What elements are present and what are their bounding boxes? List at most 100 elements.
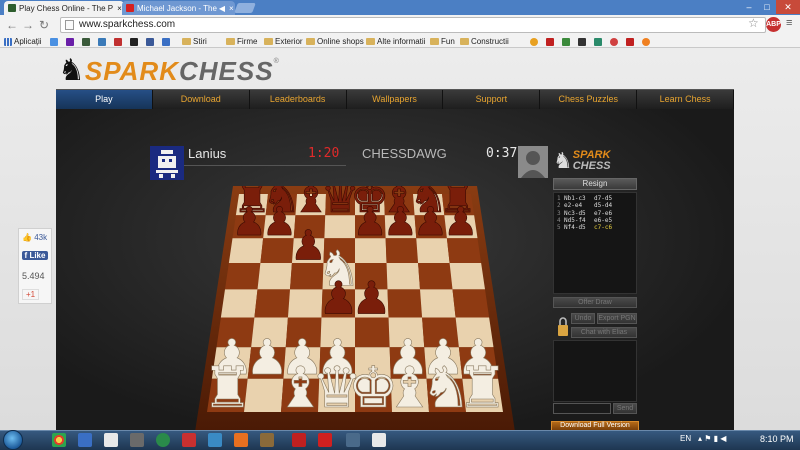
black-pawn-piece[interactable]: ♟ — [351, 271, 392, 325]
facebook-like-button[interactable]: f Like — [22, 251, 48, 260]
nav-support[interactable]: Support — [443, 90, 541, 109]
resign-button[interactable]: Resign — [553, 178, 637, 190]
minimize-button[interactable]: – — [740, 0, 758, 14]
chat-header[interactable]: Chat with Elias — [571, 327, 637, 338]
bookmark-folder-alte-informatii[interactable]: Alte informatii — [366, 36, 425, 47]
tab-play-chess[interactable]: Play Chess Online - The P × — [4, 1, 124, 15]
white-rook-piece[interactable]: ♜ — [457, 356, 508, 422]
bookmark-folder-fun[interactable]: Fun — [430, 36, 455, 47]
pdf-taskbar-icon[interactable] — [318, 433, 332, 447]
app-taskbar-icon[interactable] — [346, 433, 360, 447]
board-square[interactable] — [257, 262, 292, 290]
bookmark-yahoo[interactable] — [66, 36, 76, 47]
send-button[interactable]: Send — [613, 403, 637, 414]
sparkchess-badge: ♞ SPARK CHESS — [553, 146, 637, 176]
white-rook-piece[interactable]: ♜ — [202, 356, 253, 422]
app-taskbar-icon[interactable] — [292, 433, 306, 447]
chrome-taskbar-icon[interactable] — [52, 433, 66, 447]
sparkchess-logo[interactable]: ♞ SPARK CHESS ® — [58, 52, 279, 90]
bookmark-extra-3[interactable] — [562, 36, 572, 47]
bookmark-extra-6[interactable] — [610, 36, 620, 47]
black-pawn-piece[interactable]: ♟ — [443, 200, 479, 246]
move-row: 3 Nc3-d5 e7-e6 — [557, 209, 613, 217]
bookmark-extra-2[interactable] — [546, 36, 556, 47]
bookmark-flag[interactable] — [130, 36, 140, 47]
nav-download[interactable]: Download — [153, 90, 250, 109]
knight-badge-icon: ♞ — [553, 148, 573, 173]
bookmark-extra-1[interactable] — [530, 36, 540, 47]
nav-wallpapers[interactable]: Wallpapers — [347, 90, 444, 109]
board-square[interactable] — [220, 289, 258, 318]
move-row: 2 e2-e4 d5-d4 — [557, 202, 613, 210]
close-tab-icon[interactable]: × — [113, 4, 122, 13]
app-taskbar-icon[interactable] — [234, 433, 248, 447]
chess-board[interactable]: ♜♞♝♛♚♝♞♜♟♟ ♟♟♟♟♟♞♟♟♟♟♟♟ ♟♟♟♜ ♝♛♚♝♞♜ — [195, 186, 515, 432]
app-taskbar-icon[interactable] — [156, 433, 170, 447]
address-bar[interactable]: www.sparkchess.com — [60, 17, 766, 33]
apps-icon — [4, 37, 12, 46]
bookmark-folder-online-shops[interactable]: Online shops — [306, 36, 364, 47]
forward-button[interactable]: → — [20, 18, 36, 32]
undo-button[interactable]: Undo — [571, 313, 595, 324]
back-button[interactable]: ← — [4, 18, 20, 32]
board-square[interactable] — [387, 289, 423, 318]
language-indicator[interactable]: EN — [680, 434, 691, 443]
board-square[interactable] — [254, 289, 290, 318]
bookmark-extra-5[interactable] — [594, 36, 604, 47]
nav-chess-puzzles[interactable]: Chess Puzzles — [540, 90, 638, 109]
app-taskbar-icon[interactable] — [104, 433, 118, 447]
board-square[interactable] — [449, 262, 485, 290]
bookmark-folder-stiri[interactable]: Stiri — [182, 36, 207, 47]
windows-start-button[interactable] — [3, 430, 23, 450]
adblock-extension-icon[interactable]: ABP — [766, 17, 781, 32]
bookmark-t[interactable] — [98, 36, 108, 47]
nav-learn-chess[interactable]: Learn Chess — [637, 90, 735, 109]
logo-chess: CHESS — [179, 55, 274, 86]
yahoo-icon — [66, 37, 74, 46]
chrome-menu-icon[interactable]: ≡ — [786, 17, 792, 29]
bookmark-extra-7[interactable] — [626, 36, 636, 47]
app-taskbar-icon[interactable] — [78, 433, 92, 447]
app-taskbar-icon[interactable] — [130, 433, 144, 447]
bookmark-extra-8[interactable] — [642, 36, 652, 47]
export-pgn-button[interactable]: Export PGN — [597, 313, 637, 324]
close-window-button[interactable]: ✕ — [776, 0, 800, 14]
board-square[interactable] — [418, 262, 453, 290]
app-taskbar-icon[interactable] — [372, 433, 386, 447]
app-taskbar-icon[interactable] — [208, 433, 222, 447]
close-tab-icon[interactable]: × — [225, 4, 234, 13]
app-taskbar-icon[interactable] — [182, 433, 196, 447]
new-tab-button[interactable] — [234, 3, 256, 13]
app-taskbar-icon[interactable] — [260, 433, 274, 447]
bookmark-folder-firme[interactable]: Firme — [226, 36, 257, 47]
chat-input[interactable] — [553, 403, 611, 414]
bookmark-star-icon[interactable]: ☆ — [748, 16, 759, 30]
tab-michael-jackson[interactable]: Michael Jackson - The ◀ × — [122, 1, 235, 15]
bookmark-rl[interactable] — [114, 36, 124, 47]
bookmark-apps[interactable]: Aplicații — [4, 36, 42, 47]
round-red-icon — [610, 37, 618, 46]
board-square[interactable] — [225, 262, 261, 290]
chat-box[interactable] — [553, 340, 637, 402]
board-square[interactable] — [452, 289, 490, 318]
offer-draw-button[interactable]: Offer Draw — [553, 297, 637, 308]
folder-icon — [264, 38, 273, 45]
bookmark-g[interactable] — [50, 36, 60, 47]
rl-icon — [114, 37, 122, 46]
nav-leaderboards[interactable]: Leaderboards — [250, 90, 347, 109]
nav-play[interactable]: Play — [56, 90, 153, 109]
board-square[interactable] — [420, 289, 456, 318]
bookmark-page[interactable] — [82, 36, 92, 47]
bookmark-folder-constructii[interactable]: Constructii — [460, 36, 509, 47]
clock-time[interactable]: 8:10 PM — [760, 434, 794, 444]
maximize-button[interactable]: □ — [758, 0, 776, 14]
bookmark-extra-4[interactable] — [578, 36, 588, 47]
bookmark-facebook[interactable] — [146, 36, 156, 47]
bookmark-page-2[interactable] — [162, 36, 172, 47]
google-plus-button[interactable]: +1 — [22, 289, 40, 300]
knight-logo-icon: ♞ — [58, 54, 85, 87]
reload-button[interactable]: ↻ — [36, 18, 52, 32]
bookmark-folder-exterior[interactable]: Exterior — [264, 36, 303, 47]
tray-icons[interactable]: ▴ ⚑ ▮ ◀ — [698, 434, 726, 443]
lock-icon[interactable] — [557, 315, 569, 337]
